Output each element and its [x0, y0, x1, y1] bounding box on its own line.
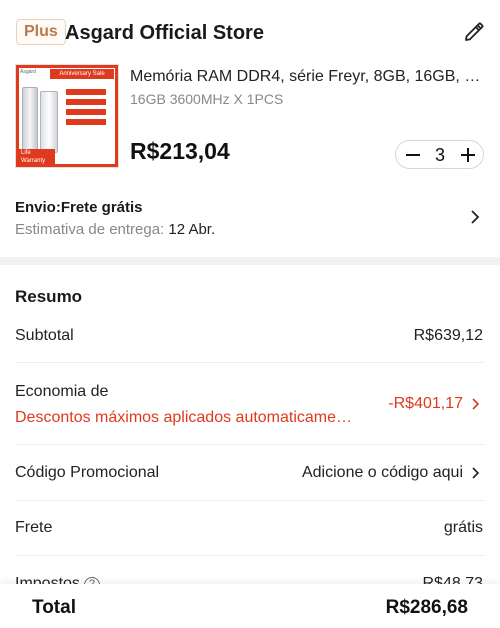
plus-icon[interactable] [457, 144, 479, 166]
savings-description: Descontos máximos aplicados automaticame… [15, 409, 355, 426]
delivery-estimate-label: Estimativa de entrega: [15, 221, 165, 238]
store-name[interactable]: Asgard Official Store [65, 20, 264, 46]
savings-value: -R$401,17 [388, 395, 463, 412]
promo-code-link[interactable]: Adicione o código aqui [302, 462, 463, 484]
minus-icon[interactable] [402, 144, 424, 166]
section-divider [0, 257, 500, 265]
ram-module-image [40, 91, 58, 153]
thumbnail-brand: Asgard [20, 69, 36, 75]
savings-label: Economia de [15, 383, 109, 400]
product-price: R$213,04 [130, 138, 230, 164]
total-label: Total [32, 597, 76, 618]
shipping-section[interactable]: Envio:Frete grátis Estimativa de entrega… [0, 188, 500, 248]
thumbnail-spec-tag [66, 99, 106, 105]
thumbnail-warranty: Life Warranty [19, 149, 55, 165]
shipping-cost-value: grátis [443, 519, 483, 536]
savings-row[interactable]: Economia de Descontos máximos aplicados … [15, 363, 485, 445]
delivery-estimate-value: 12 Abr. [168, 221, 216, 238]
promo-code-label: Código Promocional [15, 464, 160, 481]
delivery-estimate: Estimativa de entrega: 12 Abr. [15, 220, 215, 240]
product-title[interactable]: Memória RAM DDR4, série Freyr, 8GB, 16GB… [130, 66, 485, 88]
quantity-value[interactable]: 3 [426, 144, 454, 166]
product-variant[interactable]: 16GB 3600MHz X 1PCS [130, 89, 283, 109]
promo-code-row[interactable]: Código Promocional Adicione o código aqu… [15, 445, 485, 501]
thumbnail-spec-tag [66, 109, 106, 115]
shipping-cost-label: Frete [15, 519, 53, 536]
chevron-right-icon[interactable] [471, 397, 481, 411]
chevron-right-icon[interactable] [468, 208, 482, 226]
summary-title: Resumo [15, 287, 83, 306]
thumbnail-spec-tag [66, 89, 106, 95]
pencil-edit-icon[interactable] [462, 20, 486, 44]
subtotal-row: Subtotal R$639,12 [15, 308, 485, 363]
product-thumbnail[interactable]: Asgard Anniversary Sale Life Warranty [15, 64, 119, 168]
quantity-stepper: 3 [395, 140, 484, 169]
store-header: Plus Asgard Official Store [0, 0, 500, 64]
thumbnail-spec-tag [66, 119, 106, 125]
plus-badge: Plus [16, 19, 66, 45]
shipping-title: Envio:Frete grátis [15, 199, 143, 216]
chevron-right-icon[interactable] [471, 466, 481, 480]
subtotal-label: Subtotal [15, 327, 74, 344]
thumbnail-sale-banner: Anniversary Sale [50, 69, 114, 79]
ram-module-image [22, 87, 38, 157]
total-value: R$286,68 [385, 597, 468, 618]
subtotal-value: R$639,12 [413, 327, 483, 344]
total-bar: Total R$286,68 [0, 584, 500, 628]
shipping-cost-row: Frete grátis [15, 501, 485, 556]
